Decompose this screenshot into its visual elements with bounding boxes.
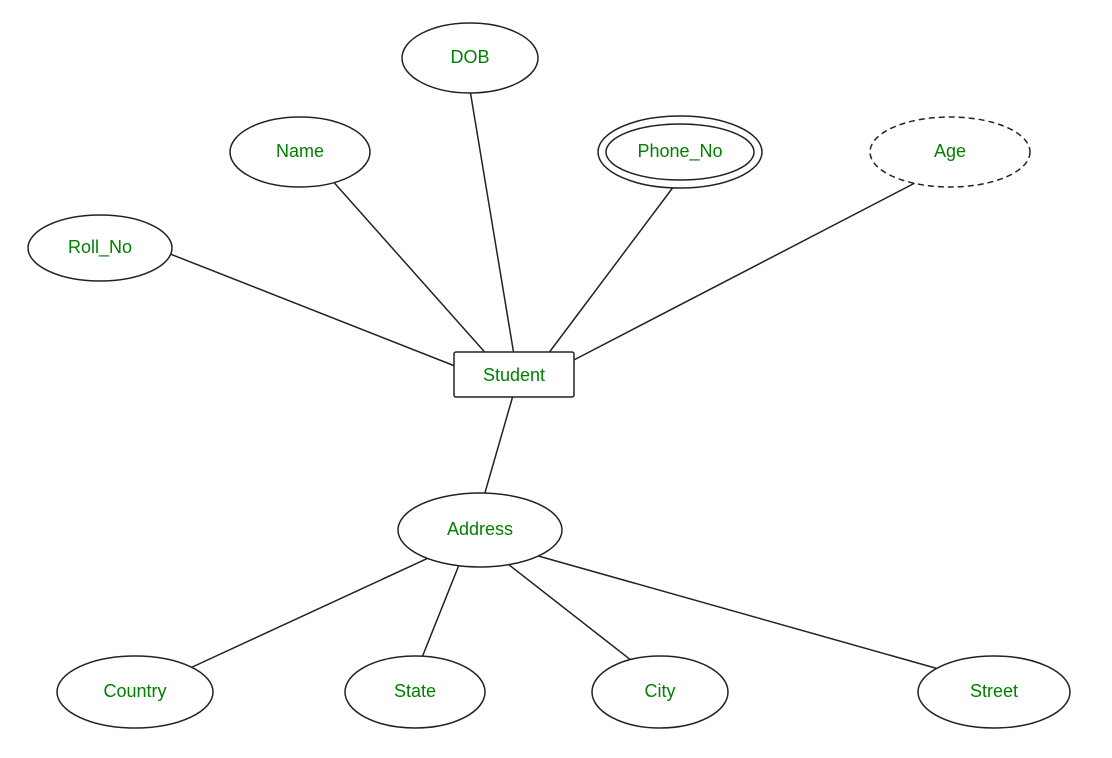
student-label: Student bbox=[483, 365, 545, 385]
street-label: Street bbox=[970, 681, 1018, 701]
name-label: Name bbox=[276, 141, 324, 161]
line-address-city bbox=[490, 550, 650, 675]
line-student-age bbox=[570, 170, 940, 362]
dob-label: DOB bbox=[450, 47, 489, 67]
age-label: Age bbox=[934, 141, 966, 161]
line-student-rollno bbox=[160, 250, 460, 368]
city-label: City bbox=[645, 681, 676, 701]
line-address-street bbox=[510, 548, 960, 675]
line-student-phone bbox=[545, 178, 680, 358]
state-label: State bbox=[394, 681, 436, 701]
rollno-label: Roll_No bbox=[68, 237, 132, 258]
line-student-dob bbox=[470, 90, 514, 355]
address-label: Address bbox=[447, 519, 513, 539]
line-student-name bbox=[330, 178, 490, 358]
line-student-address bbox=[480, 392, 514, 510]
phone-label: Phone_No bbox=[637, 141, 722, 162]
country-label: Country bbox=[103, 681, 166, 701]
er-diagram: Student DOB Name Phone_No Age Roll_No Ad… bbox=[0, 0, 1112, 753]
